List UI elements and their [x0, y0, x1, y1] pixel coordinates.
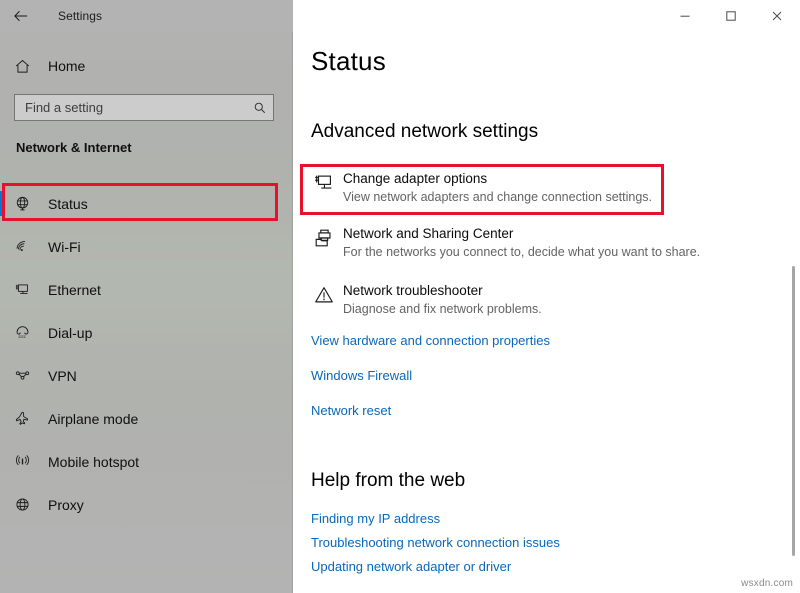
search-input[interactable]	[15, 95, 247, 120]
sidebar-item-proxy[interactable]: Proxy	[0, 483, 293, 526]
globe-icon	[0, 496, 44, 513]
app-title: Settings	[58, 9, 102, 23]
option-title: Change adapter options	[343, 170, 652, 188]
sidebar-item-wifi[interactable]: Wi-Fi	[0, 225, 293, 268]
sidebar-item-home[interactable]: Home	[0, 52, 85, 80]
scrollbar-thumb[interactable]	[792, 266, 795, 556]
sidebar-item-label: Dial-up	[48, 325, 92, 341]
sidebar-item-label: Proxy	[48, 497, 84, 513]
link-network-reset[interactable]: Network reset	[311, 403, 391, 418]
option-description: View network adapters and change connect…	[343, 189, 652, 206]
sidebar-item-ethernet[interactable]: Ethernet	[0, 268, 293, 311]
minimize-button[interactable]	[662, 0, 708, 32]
sidebar-item-label: Airplane mode	[48, 411, 138, 427]
vpn-icon	[0, 367, 44, 384]
link-windows-firewall[interactable]: Windows Firewall	[311, 368, 412, 383]
monitor-network-icon	[305, 170, 343, 194]
option-description: For the networks you connect to, decide …	[343, 244, 700, 261]
content-scrollbar[interactable]	[790, 34, 797, 587]
title-bar-left: Settings	[0, 0, 293, 32]
sidebar-nav-list: Status Wi-Fi	[0, 182, 293, 526]
option-title: Network troubleshooter	[343, 282, 542, 300]
sidebar-item-airplane-mode[interactable]: Airplane mode	[0, 397, 293, 440]
search-icon[interactable]	[247, 101, 273, 115]
sidebar-item-label: Wi-Fi	[48, 239, 81, 255]
close-button[interactable]	[754, 0, 800, 32]
wifi-icon	[0, 238, 44, 255]
title-bar: Settings	[0, 0, 800, 32]
sidebar-item-label: Mobile hotspot	[48, 454, 139, 470]
advanced-network-settings-heading: Advanced network settings	[311, 121, 538, 143]
sidebar: Home Network & Internet	[0, 0, 293, 593]
sidebar-category-title: Network & Internet	[16, 140, 132, 155]
scrolled-partial-text	[443, 80, 703, 94]
home-icon	[0, 58, 44, 75]
ethernet-icon	[0, 281, 44, 298]
window-controls	[293, 0, 800, 32]
hotspot-icon	[0, 453, 44, 470]
help-from-the-web-heading: Help from the web	[311, 470, 465, 492]
option-change-adapter-options[interactable]: Change adapter options View network adap…	[305, 170, 652, 206]
link-updating-network-adapter-or-driver[interactable]: Updating network adapter or driver	[311, 559, 511, 574]
option-network-troubleshooter[interactable]: Network troubleshooter Diagnose and fix …	[305, 282, 542, 318]
dialup-phone-icon	[0, 324, 44, 341]
option-network-and-sharing-center[interactable]: Network and Sharing Center For the netwo…	[305, 225, 700, 261]
sharing-printer-folder-icon	[305, 225, 343, 249]
sidebar-item-vpn[interactable]: VPN	[0, 354, 293, 397]
link-troubleshooting-network-connection-issues[interactable]: Troubleshooting network connection issue…	[311, 535, 560, 550]
back-button[interactable]	[0, 0, 42, 32]
option-title: Network and Sharing Center	[343, 225, 700, 243]
sidebar-home-label: Home	[48, 58, 85, 74]
option-description: Diagnose and fix network problems.	[343, 301, 542, 318]
sidebar-item-dialup[interactable]: Dial-up	[0, 311, 293, 354]
link-view-hardware-and-connection-properties[interactable]: View hardware and connection properties	[311, 333, 550, 348]
sidebar-item-mobile-hotspot[interactable]: Mobile hotspot	[0, 440, 293, 483]
link-finding-my-ip-address[interactable]: Finding my IP address	[311, 511, 440, 526]
settings-window: Home Network & Internet	[0, 0, 800, 593]
airplane-icon	[0, 410, 44, 427]
sidebar-item-label: Ethernet	[48, 282, 101, 298]
watermark: wsxdn.com	[741, 578, 793, 589]
maximize-button[interactable]	[708, 0, 754, 32]
globe-icon	[0, 195, 44, 212]
sidebar-item-label: Status	[48, 196, 88, 212]
sidebar-item-label: VPN	[48, 368, 77, 384]
page-title: Status	[311, 46, 386, 77]
warning-triangle-icon	[305, 282, 343, 306]
search-box[interactable]	[14, 94, 274, 121]
sidebar-item-status[interactable]: Status	[0, 182, 293, 225]
content-pane: Status Advanced network settings Change …	[293, 0, 800, 593]
